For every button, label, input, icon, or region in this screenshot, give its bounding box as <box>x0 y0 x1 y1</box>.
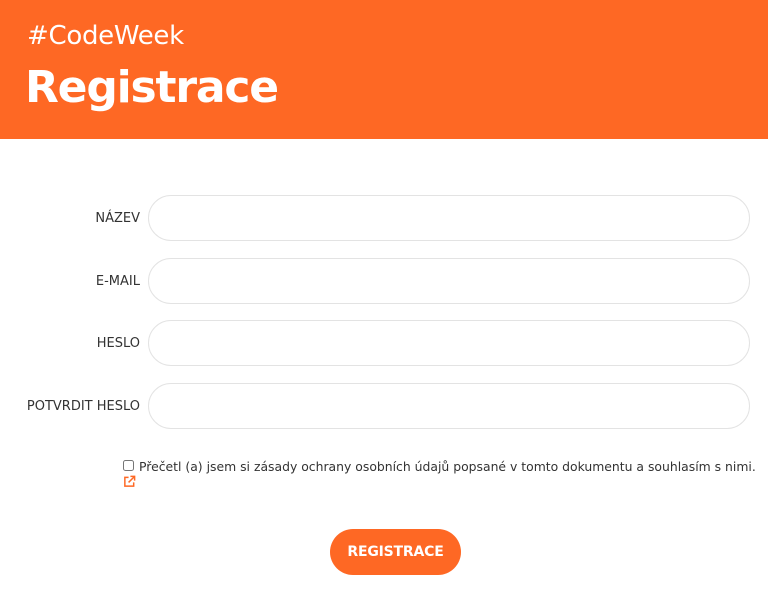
page-title: Registrace <box>25 62 279 113</box>
email-field[interactable] <box>148 258 750 304</box>
name-label: NÁZEV <box>95 211 140 226</box>
external-link-icon[interactable] <box>123 475 136 488</box>
register-button[interactable]: REGISTRACE <box>330 529 461 575</box>
site-tag: #CodeWeek <box>27 21 184 51</box>
confirm-password-field[interactable] <box>148 383 750 429</box>
privacy-consent-text: Přečetl (a) jsem si zásady ochrany osobn… <box>139 459 756 474</box>
password-label: HESLO <box>96 336 140 351</box>
name-field[interactable] <box>148 195 750 241</box>
privacy-consent-checkbox[interactable] <box>123 460 134 471</box>
confirm-password-label: POTVRDIT HESLO <box>26 399 140 414</box>
email-label: E-MAIL <box>95 274 140 289</box>
password-field[interactable] <box>148 320 750 366</box>
page-header: #CodeWeek Registrace <box>0 0 768 139</box>
